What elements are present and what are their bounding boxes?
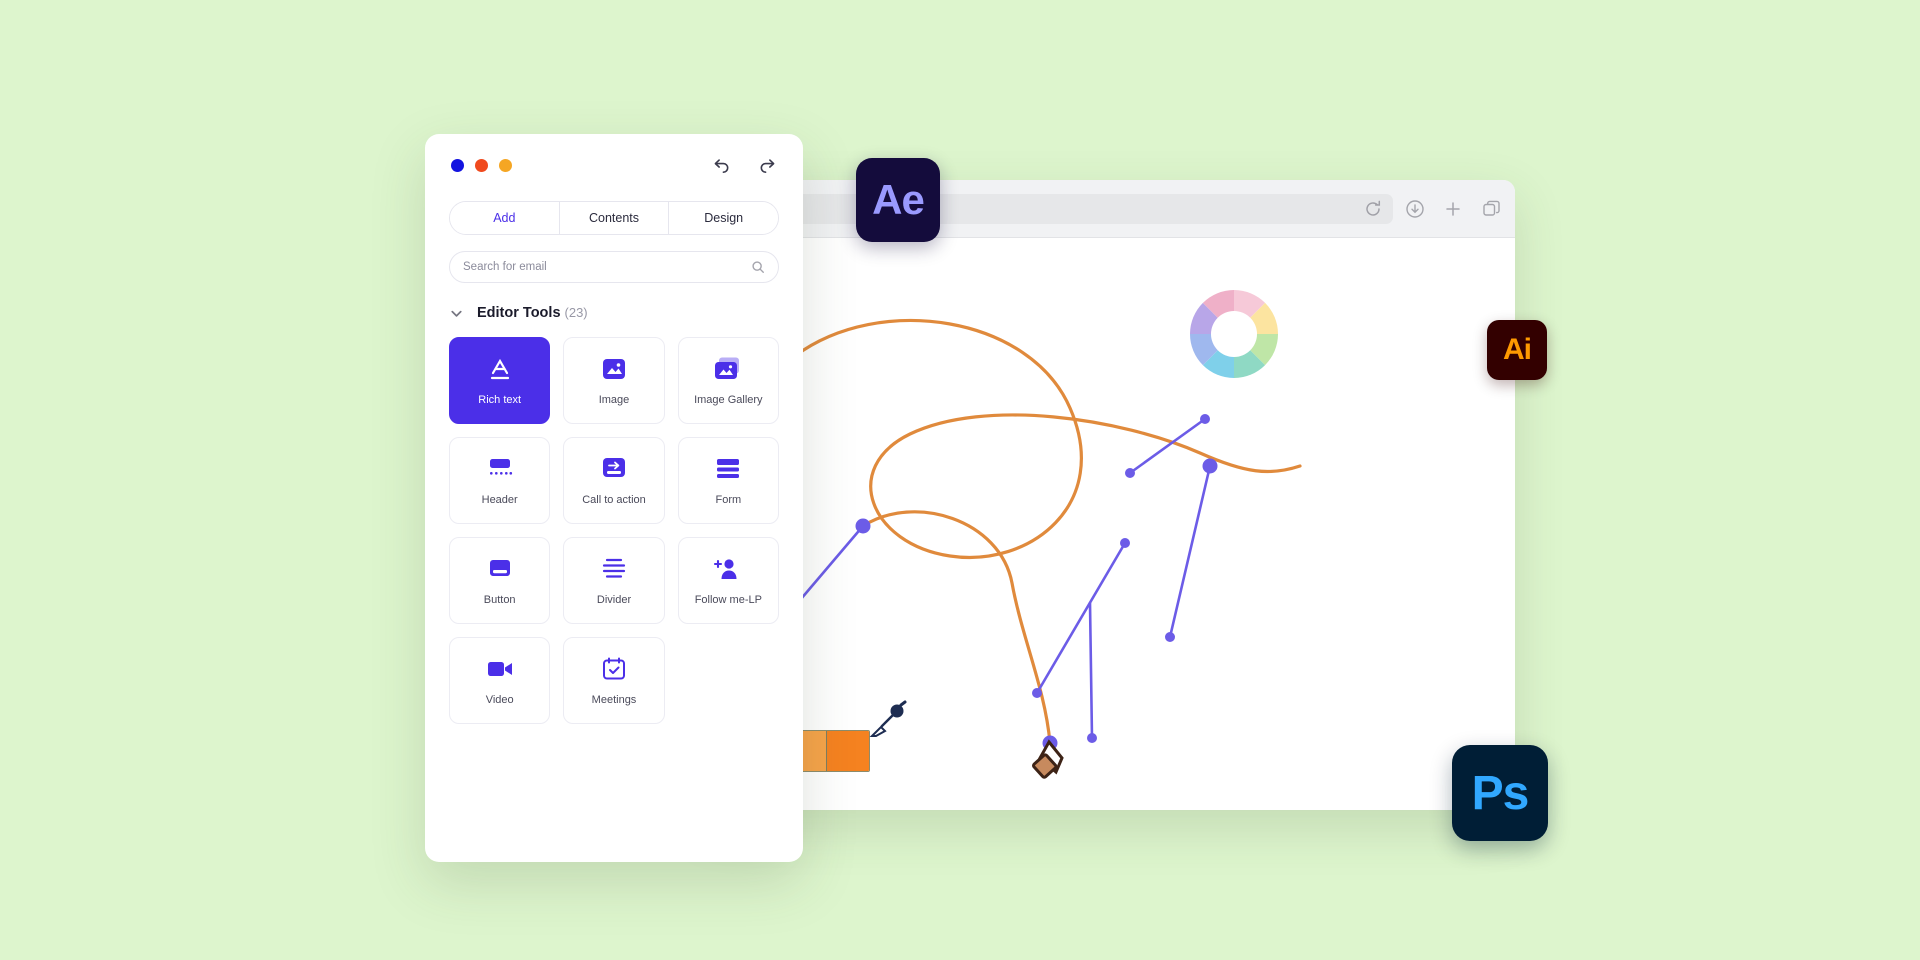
browser-toolbar-right — [1405, 199, 1501, 219]
search-icon[interactable] — [751, 260, 765, 274]
panel-titlebar — [425, 134, 803, 181]
tool-card-follow-me-lp[interactable]: Follow me-LP — [677, 537, 779, 624]
tool-label: Header — [481, 494, 518, 506]
after-effects-icon[interactable]: Ae — [856, 158, 940, 242]
tool-card-video[interactable]: Video — [449, 637, 551, 724]
reload-icon[interactable] — [1363, 199, 1383, 219]
browser-url-bar[interactable] — [742, 193, 1393, 224]
tool-card-meetings[interactable]: Meetings — [563, 637, 665, 724]
follow-icon — [713, 555, 743, 583]
eyedropper-icon[interactable] — [868, 700, 908, 740]
canvas-artwork — [790, 318, 1302, 779]
blue-dot[interactable] — [451, 159, 464, 172]
tool-label: Meetings — [591, 694, 637, 706]
cta-icon — [600, 455, 628, 483]
tool-label: Rich text — [478, 394, 522, 406]
url-input[interactable] — [752, 201, 1363, 216]
tool-label: Divider — [596, 594, 632, 606]
search-input[interactable] — [463, 261, 751, 273]
tool-label: Follow me-LP — [694, 594, 762, 606]
tool-card-header[interactable]: Header — [449, 437, 551, 524]
panel-tabs: Add Contents Design — [449, 201, 779, 235]
divider-icon — [600, 555, 628, 583]
history-controls — [712, 156, 777, 175]
browser-canvas — [700, 238, 1515, 810]
tool-card-rich-text[interactable]: Rich text — [449, 337, 551, 424]
rich-text-icon — [485, 355, 515, 383]
tool-card-call-to-action[interactable]: Call to action — [563, 437, 665, 524]
section-title-text: Editor Tools — [477, 305, 561, 321]
tool-card-form[interactable]: Form — [677, 437, 779, 524]
tool-label: Video — [485, 694, 514, 706]
tool-card-image-gallery[interactable]: Image Gallery — [677, 337, 779, 424]
form-icon — [714, 455, 742, 483]
editor-panel: Add Contents Design Editor Tools(23) Ric… — [425, 134, 803, 862]
tool-card-image[interactable]: Image — [563, 337, 665, 424]
section-count: (23) — [564, 305, 588, 320]
chevron-down-icon[interactable] — [449, 306, 464, 321]
photoshop-icon[interactable]: Ps — [1452, 745, 1548, 841]
meetings-icon — [601, 655, 627, 683]
tabs-icon[interactable] — [1481, 199, 1501, 219]
browser-toolbar — [700, 180, 1515, 238]
section-header-editor-tools[interactable]: Editor Tools (23) — [425, 283, 803, 321]
undo-icon[interactable] — [712, 156, 731, 175]
image-icon — [600, 355, 628, 383]
tab-contents[interactable]: Contents — [559, 202, 670, 234]
red-dot[interactable] — [475, 159, 488, 172]
window-controls — [451, 159, 512, 172]
search-box[interactable] — [449, 251, 779, 283]
swatch-4[interactable] — [827, 731, 869, 771]
tool-label: Image Gallery — [694, 394, 763, 406]
pen-cursor-icon — [1032, 739, 1064, 779]
tool-label: Button — [483, 594, 516, 606]
yellow-dot[interactable] — [499, 159, 512, 172]
download-icon[interactable] — [1405, 199, 1425, 219]
tab-design[interactable]: Design — [669, 202, 778, 234]
tool-label: Image — [598, 394, 630, 406]
tool-grid: Rich text Image Image Gallery Header Cal… — [425, 321, 803, 724]
header-icon — [485, 455, 515, 483]
button-icon — [486, 555, 514, 583]
new-tab-icon[interactable] — [1443, 199, 1463, 219]
tool-label: Form — [715, 494, 742, 506]
browser-window — [700, 180, 1515, 810]
video-icon — [485, 655, 515, 683]
illustrator-icon[interactable]: Ai — [1487, 320, 1547, 380]
tool-card-button[interactable]: Button — [449, 537, 551, 624]
redo-icon[interactable] — [758, 156, 777, 175]
tool-label: Call to action — [582, 494, 646, 506]
color-wheel[interactable] — [1184, 284, 1284, 384]
section-title: Editor Tools (23) — [477, 305, 588, 321]
tool-card-divider[interactable]: Divider — [563, 537, 665, 624]
tab-add[interactable]: Add — [450, 202, 560, 234]
gallery-icon — [713, 355, 743, 383]
